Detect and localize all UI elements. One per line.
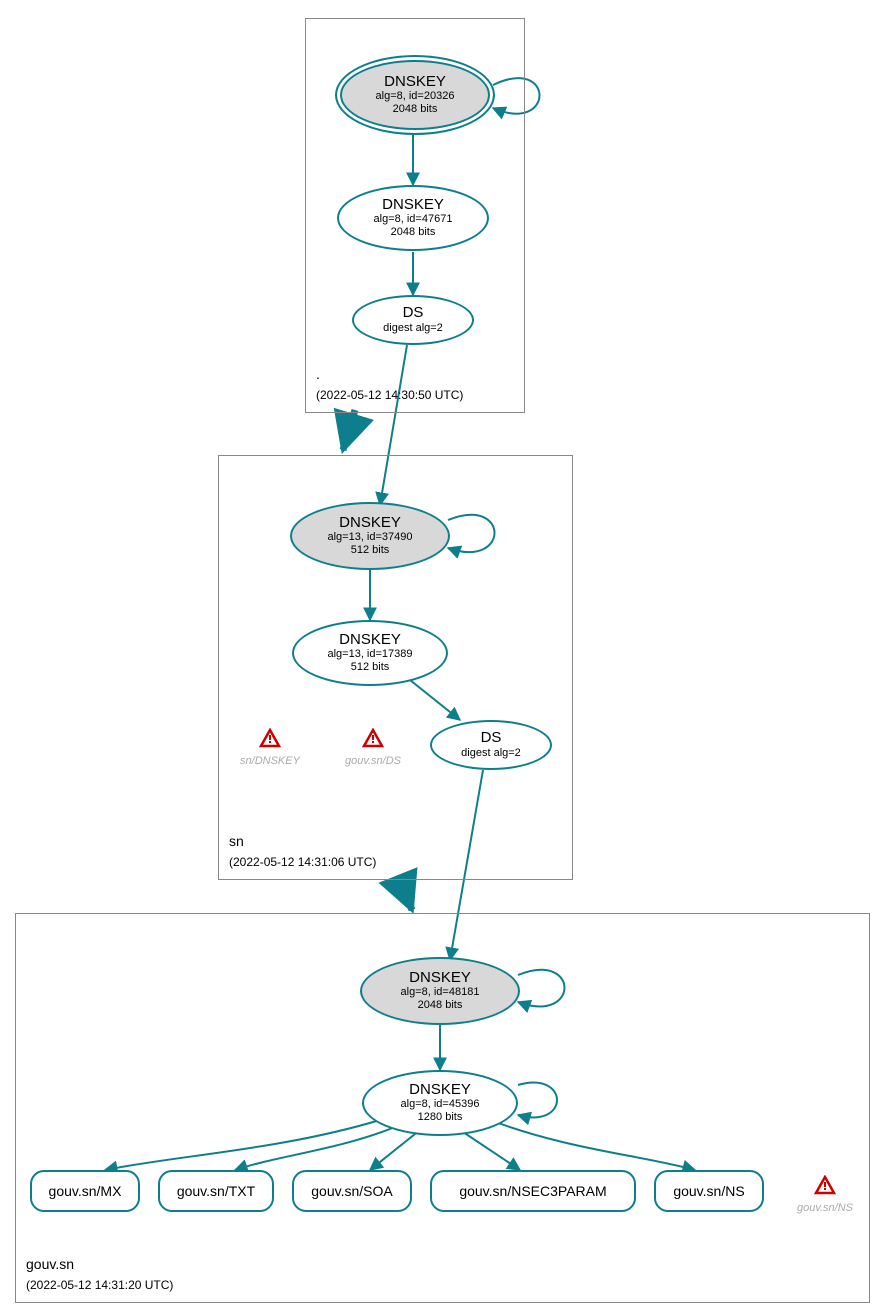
zone-sn-time: (2022-05-12 14:31:06 UTC) <box>229 855 376 869</box>
warning-icon <box>814 1175 836 1195</box>
warning-icon <box>259 728 281 748</box>
node-root-ds: DS digest alg=2 <box>352 295 474 345</box>
node-title: DNSKEY <box>409 970 471 987</box>
node-title: DNSKEY <box>339 515 401 532</box>
node-line1: alg=8, id=48181 <box>401 986 480 999</box>
node-line2: 2048 bits <box>391 226 436 239</box>
node-line1: alg=8, id=47671 <box>374 213 453 226</box>
node-title: DS <box>481 730 502 747</box>
rrset-ns: gouv.sn/NS <box>654 1170 764 1212</box>
zone-root-name: . <box>316 366 320 382</box>
warning-label: gouv.sn/DS <box>338 755 408 767</box>
node-line1: digest alg=2 <box>383 322 443 335</box>
node-title: DNSKEY <box>382 197 444 214</box>
node-line2: 1280 bits <box>418 1111 463 1124</box>
warning-gouv-ds: gouv.sn/DS <box>338 728 408 767</box>
rrset-soa: gouv.sn/SOA <box>292 1170 412 1212</box>
warning-gouv-ns: gouv.sn/NS <box>790 1175 860 1214</box>
zone-sn-name: sn <box>229 833 244 849</box>
node-line2: 512 bits <box>351 661 390 674</box>
node-line1: alg=8, id=45396 <box>401 1098 480 1111</box>
node-line2: 2048 bits <box>393 103 438 116</box>
node-line1: alg=13, id=37490 <box>327 531 412 544</box>
zone-gouv-name: gouv.sn <box>26 1256 74 1272</box>
node-sn-ksk: DNSKEY alg=13, id=37490 512 bits <box>290 502 450 570</box>
warning-label: gouv.sn/NS <box>790 1202 860 1214</box>
node-root-ksk: DNSKEY alg=8, id=20326 2048 bits <box>335 55 495 135</box>
rrset-nsec3param: gouv.sn/NSEC3PARAM <box>430 1170 636 1212</box>
node-line1: digest alg=2 <box>461 747 521 760</box>
rrset-mx: gouv.sn/MX <box>30 1170 140 1212</box>
node-line2: 2048 bits <box>418 999 463 1012</box>
warning-label: sn/DNSKEY <box>235 755 305 767</box>
node-title: DNSKEY <box>409 1082 471 1099</box>
node-title: DS <box>403 305 424 322</box>
node-line1: alg=13, id=17389 <box>327 648 412 661</box>
node-sn-ds: DS digest alg=2 <box>430 720 552 770</box>
node-sn-zsk: DNSKEY alg=13, id=17389 512 bits <box>292 620 448 686</box>
zone-root-time: (2022-05-12 14:30:50 UTC) <box>316 388 463 402</box>
node-gouv-zsk: DNSKEY alg=8, id=45396 1280 bits <box>362 1070 518 1136</box>
node-line1: alg=8, id=20326 <box>376 90 455 103</box>
node-title: DNSKEY <box>339 632 401 649</box>
node-gouv-ksk: DNSKEY alg=8, id=48181 2048 bits <box>360 957 520 1025</box>
node-root-zsk: DNSKEY alg=8, id=47671 2048 bits <box>337 185 489 251</box>
node-line2: 512 bits <box>351 544 390 557</box>
warning-sn-dnskey: sn/DNSKEY <box>235 728 305 767</box>
zone-gouv-time: (2022-05-12 14:31:20 UTC) <box>26 1278 173 1292</box>
warning-icon <box>362 728 384 748</box>
rrset-txt: gouv.sn/TXT <box>158 1170 274 1212</box>
node-title: DNSKEY <box>384 74 446 91</box>
